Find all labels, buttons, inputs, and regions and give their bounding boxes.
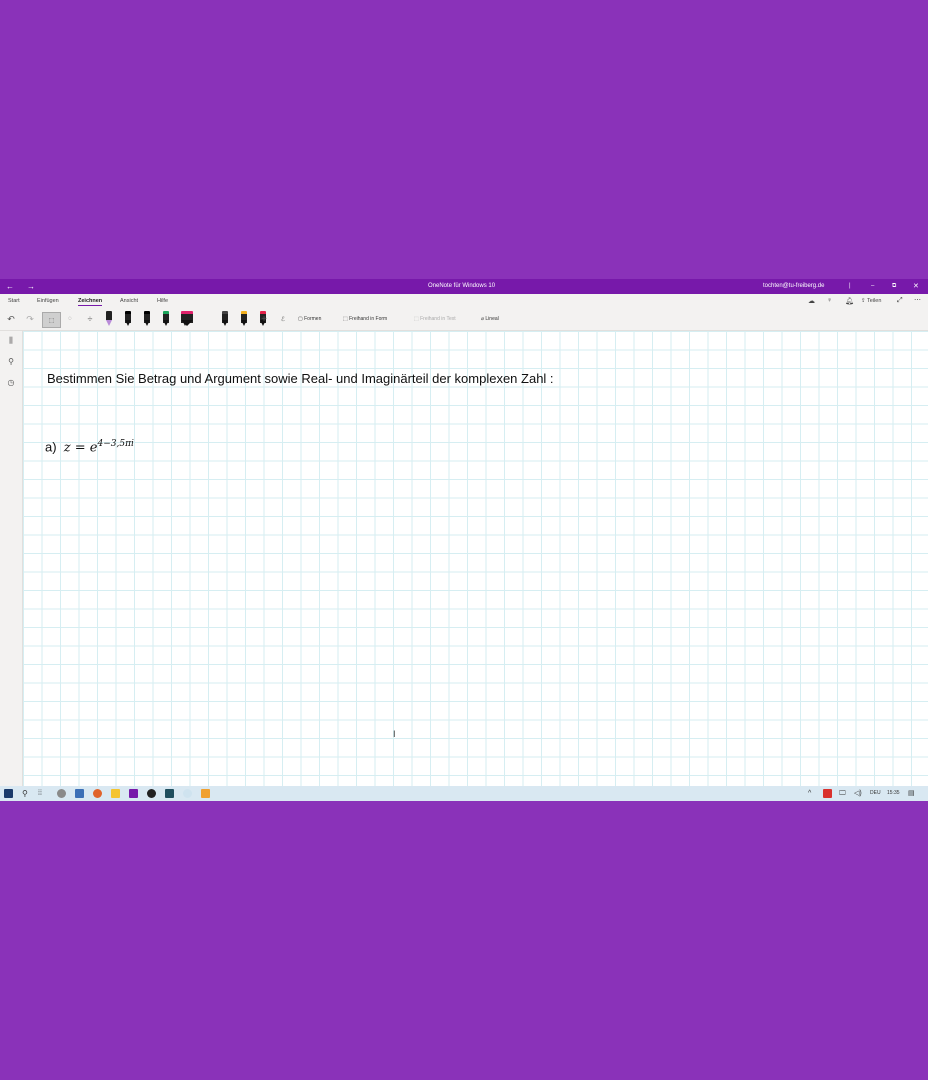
- network-icon[interactable]: 🖵︎: [839, 786, 846, 801]
- notebooks-icon[interactable]: ⫼: [6, 336, 16, 346]
- task-view-icon[interactable]: ⁞⁞: [38, 786, 42, 801]
- tab-hilfe[interactable]: Hilfe: [157, 298, 168, 304]
- close-icon[interactable]: ✕: [913, 279, 919, 294]
- tab-zeichnen[interactable]: Zeichnen: [78, 298, 103, 306]
- app-icon[interactable]: [147, 789, 156, 798]
- volume-icon[interactable]: ◁): [854, 786, 862, 801]
- eraser-pen-icon[interactable]: [105, 311, 113, 327]
- pen-icon[interactable]: [180, 311, 194, 327]
- search-icon[interactable]: ⚲: [6, 357, 16, 367]
- clock[interactable]: 15:35: [887, 786, 900, 801]
- pen-icon[interactable]: [221, 311, 229, 327]
- pen-icon[interactable]: [124, 311, 132, 327]
- app-icon[interactable]: [75, 789, 84, 798]
- ruler-label: Lineal: [485, 316, 499, 322]
- app-icon[interactable]: [57, 789, 66, 798]
- fullscreen-icon[interactable]: ⤢: [897, 297, 903, 305]
- page-heading[interactable]: Bestimmen Sie Betrag und Argument sowie …: [47, 371, 554, 386]
- undo-icon[interactable]: ↶: [5, 312, 17, 326]
- sync-icon[interactable]: ☁: [808, 297, 815, 305]
- pen-icon[interactable]: [240, 311, 248, 327]
- pen-icon[interactable]: [143, 311, 151, 327]
- equation-lhs: z = e: [63, 440, 98, 456]
- minimize-icon[interactable]: –: [871, 279, 874, 294]
- lasso-add-icon[interactable]: ◌: [64, 312, 76, 326]
- ribbon: Start Einfügen Zeichnen Ansicht Hilfe ☁ …: [0, 294, 928, 331]
- title-bar: ← → OneNote für Windows 10 tochten@tu-fr…: [0, 279, 928, 294]
- windows-taskbar: ⚲ ⁞⁞ ^ 🖵︎ ◁) DEU 15:35 ▤: [0, 786, 928, 801]
- app-icon[interactable]: [183, 789, 192, 798]
- add-pen-icon[interactable]: +: [258, 312, 270, 326]
- app-icon[interactable]: [201, 789, 210, 798]
- share-label: Teilen: [867, 298, 882, 304]
- restore-icon[interactable]: ⧉: [892, 279, 896, 294]
- share-button[interactable]: ⇪ Teilen: [861, 298, 881, 304]
- redo-icon[interactable]: ↷: [24, 312, 36, 326]
- onenote-icon[interactable]: [129, 789, 138, 798]
- ink-to-text-button[interactable]: ⬚ Freihand in Text: [414, 312, 456, 326]
- tab-einfuegen[interactable]: Einfügen: [37, 298, 59, 304]
- onenote-window: ← → OneNote für Windows 10 tochten@tu-fr…: [0, 279, 928, 801]
- more-icon[interactable]: ⋯: [914, 296, 921, 304]
- ink-to-shape-label: Freihand in Form: [349, 316, 388, 322]
- notifications-icon[interactable]: ▤: [908, 786, 915, 801]
- acrobat-icon[interactable]: [823, 789, 832, 798]
- navigation-sidebar: ⫼ ⚲ ◷: [0, 331, 23, 786]
- exercise-a[interactable]: a) z = e4−3,5πi: [45, 439, 134, 455]
- text-cursor-icon: I: [393, 729, 396, 739]
- back-icon[interactable]: ←: [6, 279, 14, 294]
- tab-start[interactable]: Start: [8, 298, 20, 304]
- ink-replay-icon[interactable]: ℰ: [277, 312, 289, 326]
- ink-to-shape-button[interactable]: ⬚ Freihand in Form: [343, 312, 387, 326]
- item-label: a): [45, 439, 57, 455]
- lasso-select-icon[interactable]: ⬚: [42, 312, 61, 328]
- search-taskbar-icon[interactable]: ⚲: [22, 786, 28, 801]
- forward-icon[interactable]: →: [27, 279, 35, 294]
- tab-ansicht[interactable]: Ansicht: [120, 298, 138, 304]
- account-name[interactable]: tochten@tu-freiberg.de: [763, 279, 824, 294]
- ruler-button[interactable]: ⌀ Lineal: [481, 312, 499, 326]
- firefox-icon[interactable]: [93, 789, 102, 798]
- ink-to-text-label: Freihand in Text: [420, 316, 456, 322]
- shapes-label: Formen: [304, 316, 322, 322]
- recent-icon[interactable]: ◷: [6, 378, 16, 388]
- chevron-up-icon[interactable]: ^: [808, 786, 811, 801]
- divider: |: [849, 283, 851, 289]
- bell-icon[interactable]: 🔔︎: [845, 297, 854, 305]
- language-indicator[interactable]: DEU: [870, 786, 881, 801]
- equation-exponent: 4−3,5πi: [97, 439, 134, 449]
- window-title: OneNote für Windows 10: [428, 283, 496, 289]
- lightbulb-icon[interactable]: ♀: [827, 297, 832, 304]
- note-page-canvas[interactable]: Bestimmen Sie Betrag und Argument sowie …: [23, 331, 928, 786]
- file-explorer-icon[interactable]: [111, 789, 120, 798]
- windows-start-icon[interactable]: [4, 789, 13, 798]
- app-icon[interactable]: [165, 789, 174, 798]
- pen-icon[interactable]: [162, 311, 170, 327]
- insert-space-icon[interactable]: ÷: [84, 312, 96, 326]
- shapes-button[interactable]: ▢ Formen: [298, 312, 321, 326]
